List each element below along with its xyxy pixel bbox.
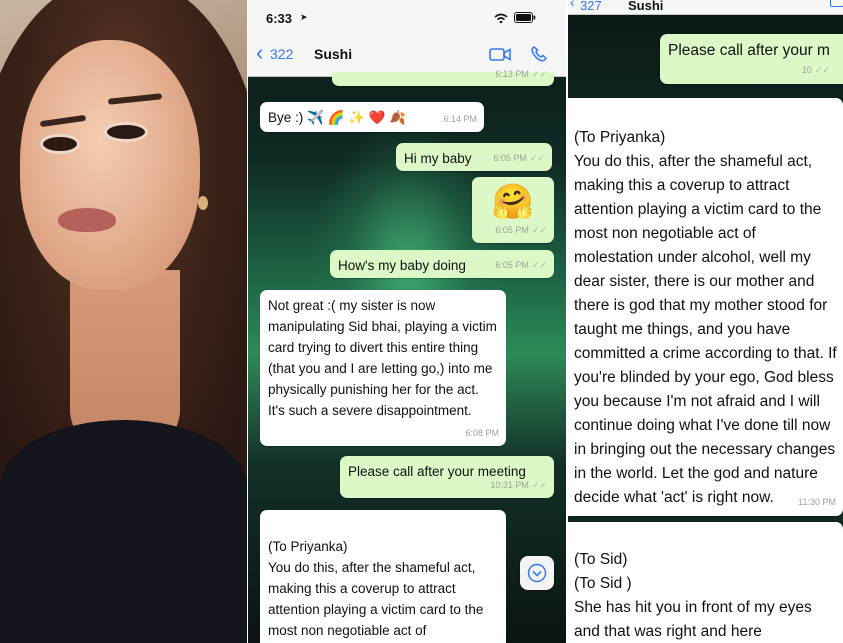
read-receipt-icon: ✓✓ bbox=[531, 225, 547, 235]
read-receipt-icon: ✓✓ bbox=[814, 65, 830, 75]
scroll-down-icon bbox=[527, 563, 547, 583]
back-unread-count[interactable]: 327 bbox=[580, 0, 602, 13]
photo-earring bbox=[198, 196, 208, 210]
profile-photo bbox=[0, 0, 247, 643]
message-text: (To Priyanka) You do this, after the sha… bbox=[574, 129, 837, 506]
message-outgoing-emoji[interactable]: 🤗 6:05 PM ✓✓ bbox=[472, 177, 554, 243]
message-text: Please call after your m bbox=[668, 42, 830, 59]
phone-call-icon[interactable] bbox=[530, 45, 548, 63]
read-receipt-icon: ✓✓ bbox=[531, 69, 547, 79]
photo-clothing bbox=[0, 420, 247, 643]
message-text: (To Sid) (To Sid ) She has hit you in fr… bbox=[574, 551, 812, 640]
message-text: Hi my baby bbox=[404, 151, 472, 166]
message-time: 6:05 PM ✓✓ bbox=[495, 225, 547, 235]
read-receipt-icon: ✓✓ bbox=[531, 260, 547, 270]
video-call-icon[interactable] bbox=[830, 0, 843, 7]
message-incoming[interactable]: (To Sid) (To Sid ) She has hit you in fr… bbox=[568, 522, 843, 643]
back-unread-count[interactable]: 322 bbox=[270, 46, 293, 62]
status-bar: 6:33 ➤ bbox=[248, 0, 566, 34]
photo-lips bbox=[58, 208, 116, 232]
message-time: 11:30 PM bbox=[798, 497, 836, 507]
message-time: 6:14 PM bbox=[443, 114, 477, 124]
status-time: 6:33 bbox=[266, 11, 293, 26]
back-chevron-icon[interactable]: ‹ bbox=[256, 40, 263, 66]
read-receipt-icon: ✓✓ bbox=[529, 153, 545, 163]
message-time: 6:13 PM ✓✓ bbox=[495, 69, 547, 79]
back-chevron-icon[interactable]: ‹ bbox=[570, 0, 575, 10]
scroll-down-button[interactable] bbox=[520, 556, 554, 590]
video-call-icon[interactable] bbox=[489, 47, 511, 62]
message-text: How's my baby doing bbox=[338, 258, 466, 273]
message-time: 6:05 PM ✓✓ bbox=[493, 153, 545, 163]
message-text: (To Priyanka) You do this, after the sha… bbox=[268, 539, 484, 638]
contact-name[interactable]: Sushi bbox=[628, 0, 663, 13]
chat-header: ‹ 327 Sushi bbox=[568, 0, 843, 15]
message-text: Not great :( my sister is now manipulati… bbox=[268, 298, 497, 418]
message-outgoing[interactable]: Please call after your m 10 ✓✓ bbox=[660, 34, 843, 84]
message-outgoing[interactable]: Please call after your meeting 10:31 PM ✓… bbox=[340, 456, 554, 498]
location-arrow-icon: ➤ bbox=[300, 12, 308, 22]
message-time: 6:08 PM bbox=[465, 428, 499, 438]
message-time: 6:05 PM ✓✓ bbox=[495, 260, 547, 270]
chat-screen-right: ‹ 327 Sushi Please call after your m 10 ✓… bbox=[568, 0, 843, 643]
message-time: 10:31 PM ✓✓ bbox=[490, 480, 547, 490]
read-receipt-icon: ✓✓ bbox=[531, 480, 547, 490]
message-incoming[interactable]: Not great :( my sister is now manipulati… bbox=[260, 290, 506, 446]
hugging-face-icon: 🤗 bbox=[491, 183, 535, 221]
wifi-icon bbox=[494, 13, 508, 23]
message-incoming[interactable]: (To Priyanka) You do this, after the sha… bbox=[260, 510, 506, 643]
message-incoming[interactable]: (To Priyanka) You do this, after the sha… bbox=[568, 98, 843, 516]
photo-face bbox=[20, 40, 200, 290]
photo-eye-right bbox=[104, 122, 148, 142]
photo-eye-left bbox=[40, 134, 80, 154]
chat-screen-left: 6:33 ➤ ‹ 322 Sushi 6:13 PM ✓✓ Bye :) ✈️ 🌈… bbox=[248, 0, 566, 643]
battery-icon bbox=[514, 12, 536, 23]
message-text: Bye :) ✈️ 🌈 ✨ ❤️ 🍂 bbox=[268, 110, 407, 125]
message-outgoing[interactable]: Hi my baby 6:05 PM ✓✓ bbox=[396, 143, 552, 171]
message-incoming[interactable]: Bye :) ✈️ 🌈 ✨ ❤️ 🍂 6:14 PM bbox=[260, 102, 484, 132]
message-outgoing[interactable]: How's my baby doing 6:05 PM ✓✓ bbox=[330, 250, 554, 278]
message-cut-top[interactable]: 6:13 PM ✓✓ bbox=[332, 69, 554, 86]
contact-name[interactable]: Sushi bbox=[314, 46, 352, 62]
message-time: 10 ✓✓ bbox=[801, 65, 830, 75]
